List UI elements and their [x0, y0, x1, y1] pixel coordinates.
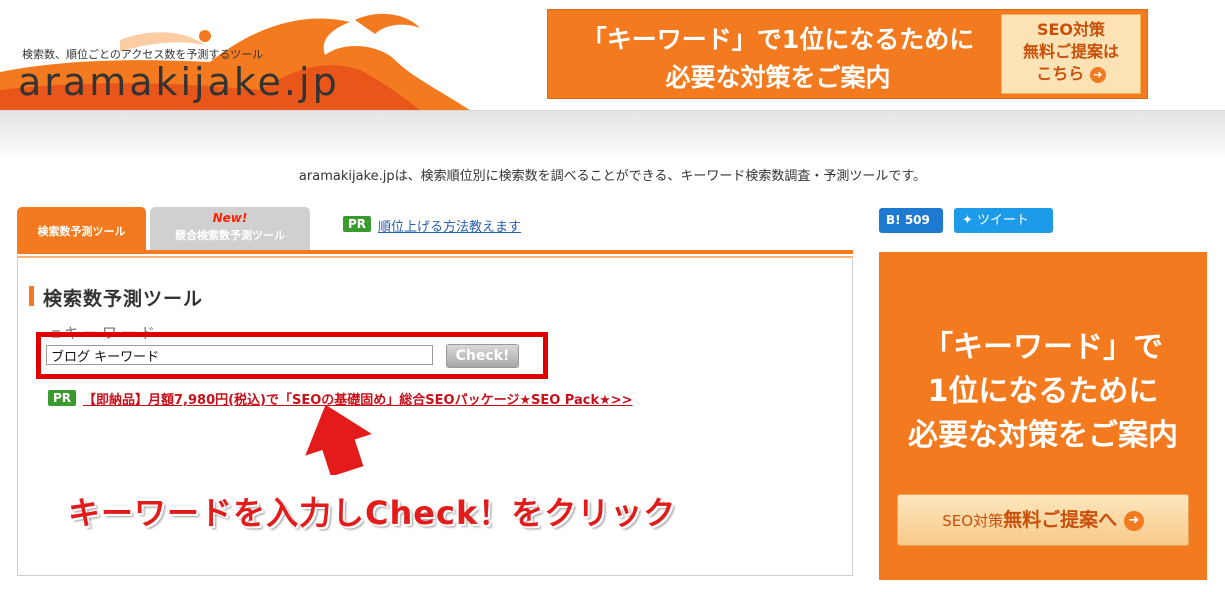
banner-seo-line: こちら: [1036, 64, 1085, 83]
tool-title: 検索数予測ツール: [29, 284, 203, 311]
side-banner-line2: 1位になるために: [927, 374, 1159, 409]
arrow-right-icon: ➜: [1123, 510, 1144, 531]
check-button[interactable]: Check!: [446, 344, 519, 368]
side-banner-line3: 必要な対策をご案内: [908, 418, 1178, 453]
tab-underline-light: [17, 256, 853, 258]
banner-seo-line: 無料ご提案は: [1022, 42, 1119, 61]
hatena-label: B!: [886, 213, 901, 227]
side-seo-banner[interactable]: 「キーワード」で 1位になるために 必要な対策をご案内 SEO対策無料ご提案へ …: [879, 252, 1207, 580]
twitter-bird-icon: ✦: [962, 213, 973, 228]
tweet-label: ツイート: [977, 213, 1030, 228]
annotation-arrow-icon: [305, 404, 372, 475]
keyword-input[interactable]: [46, 345, 433, 365]
tab-search-volume-tool[interactable]: 検索数予測ツール: [17, 207, 146, 251]
cta-label: 無料ご提案へ: [1003, 509, 1118, 531]
banner-seo-line: SEO対策: [1036, 20, 1106, 39]
intro-text: aramakijake.jpは、検索順位別に検索数を調べることができる、キーワー…: [298, 169, 927, 184]
arrow-right-icon: ➜: [1089, 66, 1106, 83]
hatena-count: 509: [904, 213, 930, 227]
header-gradient-band: [0, 110, 1225, 162]
tab-label: 競合検索数予測ツール: [175, 229, 285, 242]
annotation-instruction: キーワードを入力しCheck！をクリック: [68, 494, 677, 532]
side-banner-line1: 「キーワード」で: [923, 330, 1163, 365]
site-logo[interactable]: aramakijake.jp: [18, 60, 340, 104]
banner-line2: 必要な対策をご案内: [665, 63, 891, 92]
tab-competitor-tool[interactable]: New! 競合検索数予測ツール: [150, 207, 310, 251]
tab-underline: [17, 250, 853, 254]
pr-badge: PR: [343, 216, 372, 232]
site-header: 検索数、順位ごとのアクセス数を予測するツール aramakijake.jp 「キ…: [0, 0, 1225, 110]
side-seo-cta-button[interactable]: SEO対策無料ご提案へ ➜: [897, 494, 1189, 546]
pr-badge: PR: [48, 390, 77, 406]
cta-prefix: SEO対策: [942, 512, 1004, 530]
banner-seo-button[interactable]: SEO対策 無料ご提案は こちら ➜: [1001, 14, 1141, 94]
hatena-bookmark-button[interactable]: B! 509: [879, 208, 943, 233]
tweet-button[interactable]: ✦ ツイート: [954, 208, 1053, 233]
new-badge: New!: [212, 211, 248, 225]
top-seo-banner[interactable]: 「キーワード」で1位になるために 必要な対策をご案内 SEO対策 無料ご提案は …: [547, 9, 1148, 99]
banner-line1: 「キーワード」で1位になるために: [581, 25, 975, 54]
pr-ranking-link[interactable]: 順位上げる方法教えます: [378, 216, 521, 235]
